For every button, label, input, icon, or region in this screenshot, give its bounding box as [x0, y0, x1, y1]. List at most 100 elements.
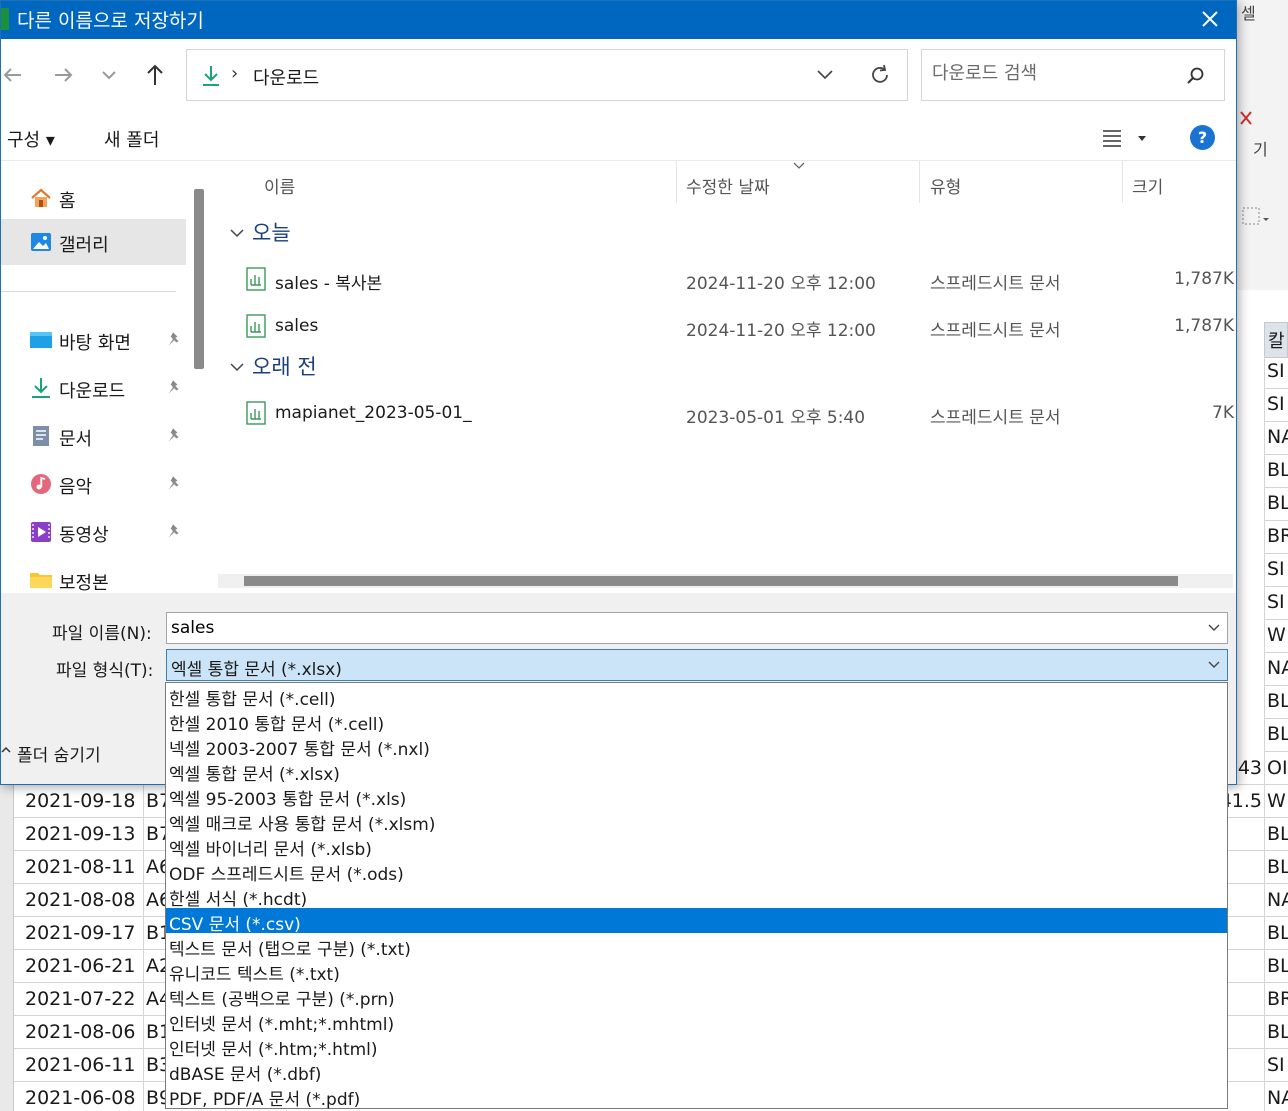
filename-input[interactable] — [171, 618, 1171, 638]
file-row[interactable]: sales 2024-11-20 오후 12:00 스프레드시트 문서 1,787K — [216, 304, 1236, 348]
cell[interactable]: NA — [1264, 884, 1288, 917]
code-cell[interactable]: B1 — [145, 917, 165, 950]
nav-scrollbar[interactable] — [194, 189, 204, 369]
filetype-option[interactable]: CSV 문서 (*.csv) — [166, 908, 1227, 935]
cell[interactable]: BL — [1264, 950, 1288, 983]
cell[interactable]: BL — [1264, 686, 1288, 719]
cell[interactable]: BL — [1264, 1016, 1288, 1049]
code-cell[interactable]: A2 — [145, 950, 165, 983]
filetype-option[interactable]: 엑셀 바이너리 문서 (*.xlsb) — [166, 833, 1227, 860]
code-cell[interactable]: A4 — [145, 983, 165, 1016]
filetype-option[interactable]: 넥셀 2003-2007 통합 문서 (*.nxl) — [166, 733, 1227, 760]
cell[interactable]: NA — [1264, 1082, 1288, 1111]
cell[interactable]: OI — [1264, 752, 1288, 785]
breadcrumb-downloads[interactable]: 다운로드 — [253, 64, 319, 90]
chevron-down-icon[interactable] — [95, 61, 123, 89]
scrollbar-thumb[interactable] — [244, 576, 1178, 586]
cell[interactable]: NA — [1264, 422, 1288, 455]
sidebar-item[interactable]: 다운로드 — [1, 365, 186, 411]
cell[interactable]: SI — [1264, 1049, 1288, 1082]
filetype-option[interactable]: 한셀 서식 (*.hcdt) — [166, 883, 1227, 910]
filetype-option[interactable]: 유니코드 텍스트 (*.txt) — [166, 958, 1227, 985]
cell[interactable]: BL — [1264, 488, 1288, 521]
horizontal-scrollbar[interactable] — [218, 574, 1233, 588]
filetype-option[interactable]: 텍스트 문서 (탭으로 구분) (*.txt) — [166, 933, 1227, 960]
column-divider[interactable] — [1122, 161, 1123, 203]
column-header-modified[interactable]: 수정한 날짜 — [686, 173, 770, 198]
date-cell[interactable]: 2021-09-17 — [14, 917, 144, 950]
cell[interactable]: BL — [1264, 917, 1288, 950]
row-header[interactable] — [0, 983, 14, 1016]
close-icon[interactable] — [1196, 5, 1224, 33]
cell[interactable]: BR — [1264, 983, 1288, 1016]
filetype-option[interactable]: 한셀 2010 통합 문서 (*.cell) — [166, 708, 1227, 735]
cell[interactable]: SI — [1264, 389, 1288, 422]
cell[interactable]: SI — [1264, 587, 1288, 620]
border-icon[interactable] — [1241, 206, 1269, 230]
cell[interactable]: BL — [1264, 719, 1288, 752]
file-row[interactable]: mapianet_2023-05-01_ 2023-05-01 오후 5:40 스프… — [216, 391, 1236, 435]
date-cell[interactable]: 2021-08-08 — [14, 884, 144, 917]
row-header[interactable] — [0, 884, 14, 917]
new-folder-button[interactable]: 새 폴더 — [104, 126, 159, 152]
back-arrow-icon[interactable] — [0, 61, 27, 89]
filetype-option[interactable]: dBASE 문서 (*.dbf) — [166, 1058, 1227, 1085]
number-cell[interactable]: 43 — [1238, 752, 1262, 779]
row-header[interactable] — [0, 818, 14, 851]
cell[interactable]: SI — [1264, 554, 1288, 587]
code-cell[interactable]: B7 — [145, 785, 165, 818]
code-cell[interactable]: A6 — [145, 884, 165, 917]
date-cell[interactable]: 2021-08-11 — [14, 851, 144, 884]
row-header[interactable] — [0, 1016, 14, 1049]
sidebar-item[interactable]: 동영상 — [1, 509, 186, 555]
filetype-option[interactable]: 인터넷 문서 (*.htm;*.html) — [166, 1033, 1227, 1060]
filetype-option[interactable]: 엑셀 매크로 사용 통합 문서 (*.xlsm) — [166, 808, 1227, 835]
search-icon[interactable] — [1186, 66, 1206, 86]
forward-arrow-icon[interactable] — [49, 61, 77, 89]
code-cell[interactable]: B1 — [145, 1016, 165, 1049]
code-cell[interactable]: A6 — [145, 851, 165, 884]
filetype-option[interactable]: 인터넷 문서 (*.mht;*.mhtml) — [166, 1008, 1227, 1035]
column-header-type[interactable]: 유형 — [930, 173, 961, 198]
date-cell[interactable]: 2021-08-06 — [14, 1016, 144, 1049]
address-bar[interactable]: › 다운로드 — [186, 49, 908, 101]
cell[interactable]: W — [1264, 620, 1288, 653]
cell[interactable]: BL — [1264, 455, 1288, 488]
row-header[interactable] — [0, 1049, 14, 1082]
cell[interactable]: BR — [1264, 521, 1288, 554]
column-header[interactable]: 칼 — [1264, 322, 1288, 358]
help-icon[interactable]: ? — [1190, 125, 1215, 150]
filename-field[interactable] — [166, 612, 1228, 644]
row-header[interactable] — [0, 785, 14, 818]
chevron-down-icon[interactable] — [1207, 622, 1221, 634]
refresh-icon[interactable] — [869, 64, 891, 86]
filetype-option[interactable]: 엑셀 통합 문서 (*.xlsx) — [166, 758, 1227, 785]
cell[interactable]: NA — [1264, 653, 1288, 686]
search-input[interactable] — [932, 63, 1172, 84]
sidebar-item[interactable]: 보정본 — [1, 557, 186, 593]
date-cell[interactable]: 2021-06-21 — [14, 950, 144, 983]
code-cell[interactable]: B9 — [145, 1082, 165, 1111]
column-divider[interactable] — [919, 161, 920, 203]
chevron-down-icon[interactable] — [815, 68, 835, 82]
sidebar-item[interactable]: 바탕 화면 — [1, 317, 186, 363]
organize-button[interactable]: 구성 ▾ — [7, 126, 55, 152]
filetype-option[interactable]: 엑셀 95-2003 통합 문서 (*.xls) — [166, 783, 1227, 810]
date-cell[interactable]: 2021-07-22 — [14, 983, 144, 1016]
filetype-select[interactable]: 엑셀 통합 문서 (*.xlsx) — [166, 649, 1228, 681]
group-header[interactable]: 오늘 — [228, 217, 291, 247]
sidebar-item[interactable]: 문서 — [1, 413, 186, 459]
column-header-size[interactable]: 크기 — [1132, 173, 1163, 198]
cell[interactable]: SI — [1264, 356, 1288, 389]
cell[interactable]: BL — [1264, 818, 1288, 851]
view-options-icon[interactable] — [1101, 127, 1149, 149]
search-box[interactable] — [921, 49, 1225, 101]
chevron-down-icon[interactable] — [1207, 659, 1221, 671]
row-header[interactable] — [0, 950, 14, 983]
date-cell[interactable]: 2021-09-18 — [14, 785, 144, 818]
date-cell[interactable]: 2021-09-13 — [14, 818, 144, 851]
cell[interactable]: W — [1264, 785, 1288, 818]
date-cell[interactable]: 2021-06-08 — [14, 1082, 144, 1111]
group-header[interactable]: 오래 전 — [228, 351, 317, 381]
row-header[interactable] — [0, 917, 14, 950]
